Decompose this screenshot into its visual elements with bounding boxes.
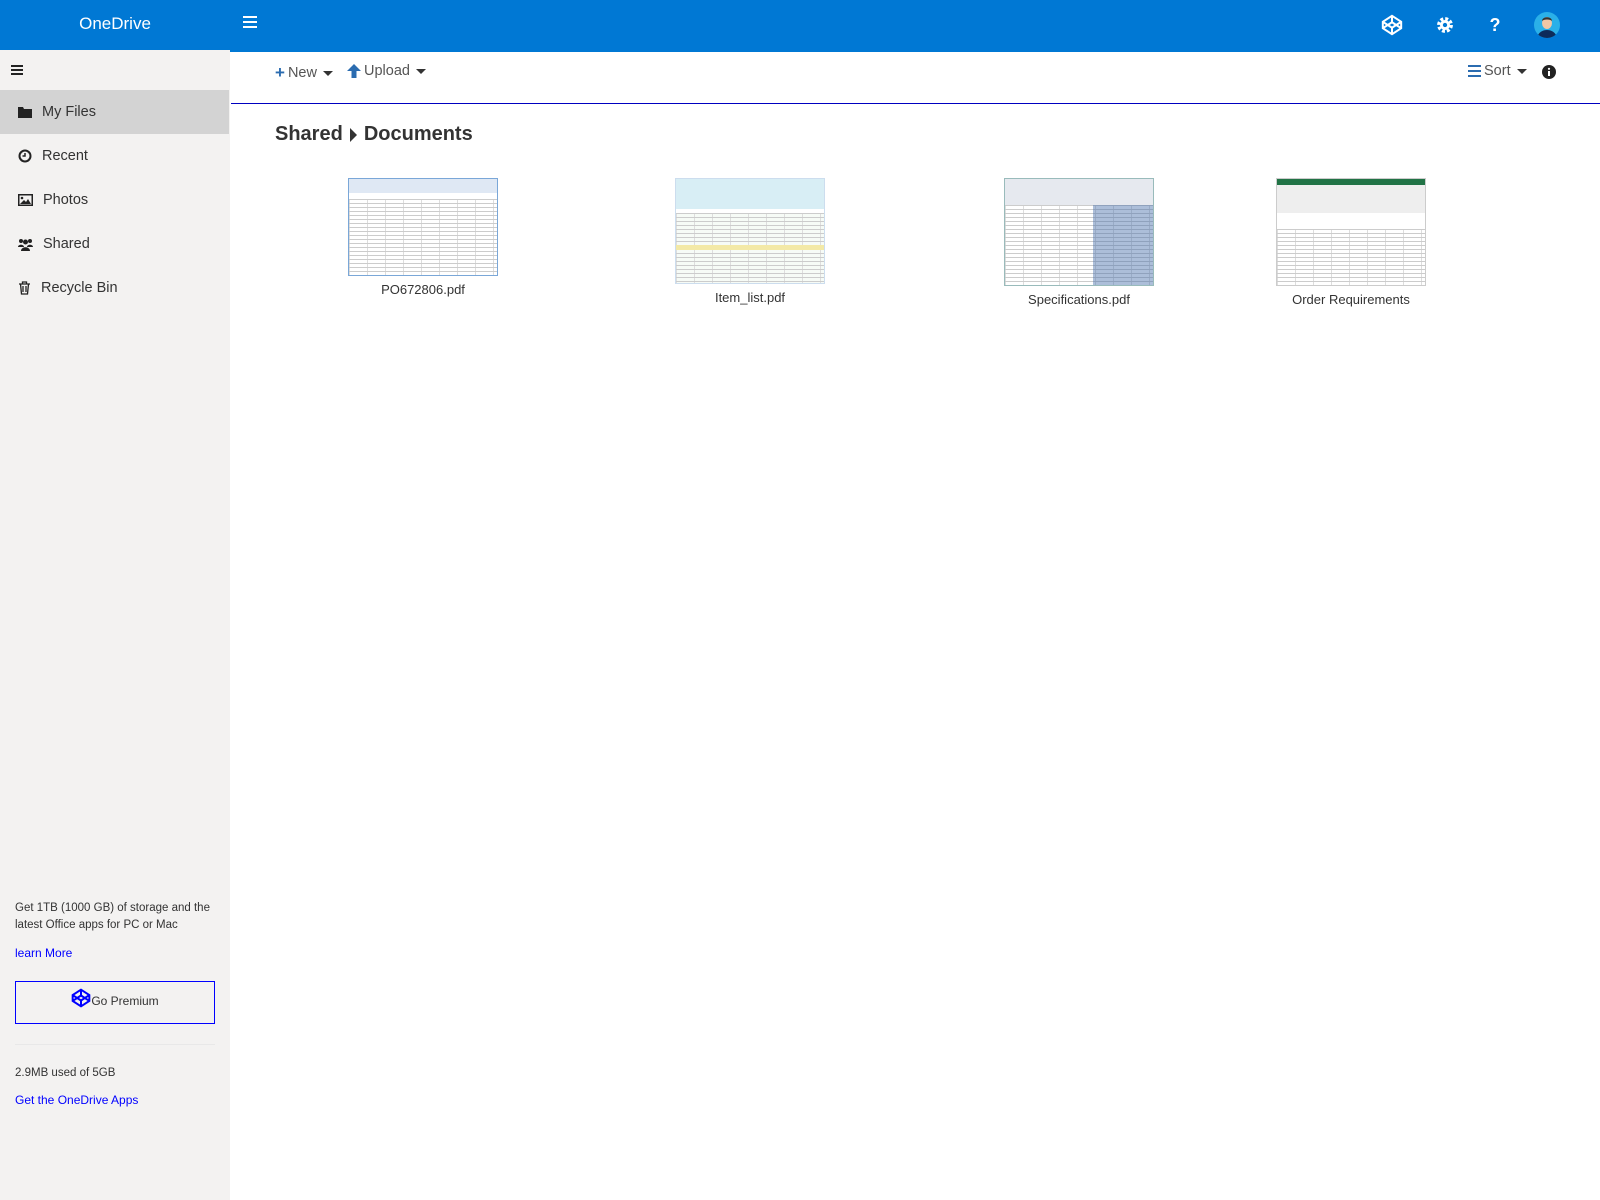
codepen-icon (71, 988, 91, 1008)
image-icon (18, 194, 33, 206)
avatar[interactable] (1534, 12, 1560, 38)
breadcrumb-shared[interactable]: Shared (275, 123, 343, 146)
sidebar-item-shared[interactable]: Shared (0, 222, 229, 266)
codepen-icon[interactable] (1379, 12, 1405, 38)
collapse-menu-icon[interactable] (11, 65, 23, 77)
sidebar-item-label: Shared (43, 236, 90, 252)
caret-down-icon (1516, 68, 1527, 74)
breadcrumb: Shared Documents (275, 123, 473, 146)
arrow-up-icon (347, 64, 361, 78)
info-icon[interactable] (1542, 65, 1556, 79)
breadcrumb-documents: Documents (363, 123, 473, 145)
gear-icon[interactable] (1432, 12, 1458, 38)
sidebar-item-recent[interactable]: Recent (0, 134, 229, 178)
file-tile[interactable]: Item_list.pdf (640, 178, 860, 305)
file-thumbnail (675, 178, 825, 284)
file-name: Specifications.pdf (1028, 292, 1130, 307)
command-bar: + New Upload Sort (231, 52, 1600, 104)
sidebar-item-label: Photos (43, 192, 89, 208)
help-icon[interactable]: ? (1482, 12, 1508, 38)
sidebar-item-my-files[interactable]: My Files (0, 90, 229, 134)
top-bar: OneDrive ? (0, 0, 1600, 52)
storage-usage: 2.9MB used of 5GB (15, 1067, 116, 1079)
new-button[interactable]: + New (275, 63, 333, 83)
plus-icon: + (275, 63, 285, 82)
file-name: PO672806.pdf (381, 282, 465, 297)
file-thumbnail (348, 178, 498, 276)
caret-down-icon (322, 70, 333, 76)
sidebar-item-label: Recycle Bin (41, 280, 118, 296)
upload-button[interactable]: Upload (347, 63, 426, 79)
sidebar-item-label: My Files (42, 104, 96, 120)
sort-button[interactable]: Sort (1468, 63, 1527, 79)
file-name: Item_list.pdf (714, 290, 786, 305)
file-tile[interactable]: PO672806.pdf (313, 178, 533, 297)
trash-icon (19, 281, 30, 295)
go-premium-button[interactable]: Go Premium (15, 981, 215, 1024)
file-tile[interactable]: Order Requirements (1241, 178, 1461, 307)
learn-more-link[interactable]: learn More (15, 946, 72, 960)
brand-title: OneDrive (79, 14, 151, 33)
get-apps-link[interactable]: Get the OneDrive Apps (15, 1093, 138, 1107)
go-premium-label: Go Premium (91, 994, 159, 1008)
users-icon (18, 238, 33, 251)
upload-label: Upload (364, 63, 410, 79)
file-thumbnail (1004, 178, 1154, 286)
divider (15, 1044, 215, 1045)
clock-icon (18, 149, 32, 163)
file-tile[interactable]: Specifications.pdf (969, 178, 1189, 307)
promo-text: Get 1TB (1000 GB) of storage and the lat… (15, 902, 210, 931)
list-icon (1468, 65, 1481, 77)
caret-down-icon (415, 68, 426, 74)
sidebar: My Files Recent Photos Shared Recycle Bi… (0, 50, 230, 1200)
menu-icon[interactable] (243, 16, 257, 30)
sort-label: Sort (1484, 63, 1511, 79)
file-name: Order Requirements (1292, 292, 1410, 307)
file-thumbnail (1276, 178, 1426, 286)
sidebar-item-photos[interactable]: Photos (0, 178, 229, 222)
sidebar-item-label: Recent (42, 148, 88, 164)
new-label: New (287, 65, 317, 81)
caret-right-icon (349, 127, 357, 142)
folder-icon (18, 107, 32, 118)
sidebar-item-recycle-bin[interactable]: Recycle Bin (0, 266, 229, 310)
